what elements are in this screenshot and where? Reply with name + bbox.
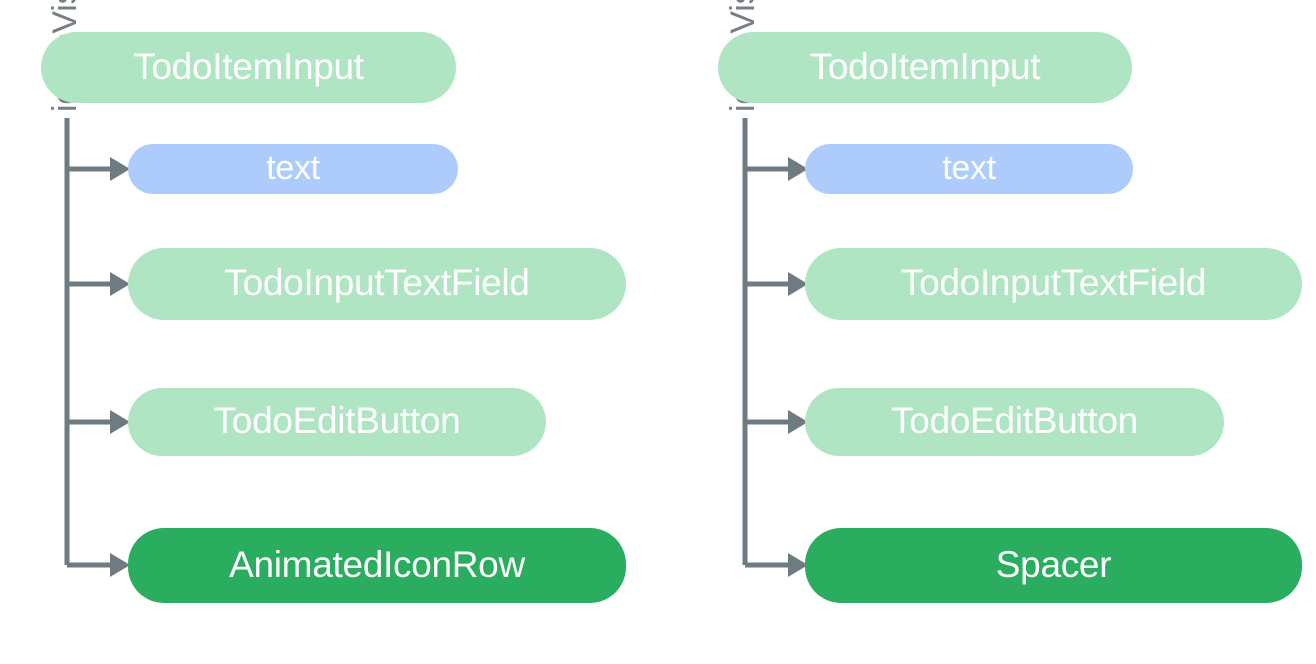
diagram-canvas: iconsVisible = false TodoItemInput text [0, 0, 1316, 664]
node-todo-edit-button-left[interactable]: TodoEditButton [128, 388, 546, 456]
node-label: Spacer [995, 543, 1112, 585]
node-todo-input-text-field-left[interactable]: TodoInputTextField [128, 248, 626, 320]
node-label: TodoItemInput [809, 45, 1041, 87]
node-label: TodoInputTextField [900, 262, 1207, 303]
node-label: TodoInputTextField [224, 262, 530, 303]
node-text-left[interactable]: text [128, 144, 458, 194]
arrowhead-left-1 [110, 157, 130, 181]
node-label: text [942, 148, 996, 187]
node-label: TodoItemInput [133, 45, 364, 87]
node-spacer-right[interactable]: Spacer [805, 528, 1302, 603]
arrowhead-left-3 [110, 410, 130, 434]
node-todo-edit-button-right[interactable]: TodoEditButton [805, 388, 1224, 456]
node-label: TodoEditButton [213, 400, 461, 441]
node-animated-icon-row-left[interactable]: AnimatedIconRow [128, 528, 626, 603]
node-todo-item-input-right[interactable]: TodoItemInput [718, 32, 1132, 103]
node-todo-item-input-left[interactable]: TodoItemInput [41, 32, 456, 103]
diagram-column-left: iconsVisible = false TodoItemInput text [0, 0, 660, 664]
node-text-right[interactable]: text [805, 144, 1133, 194]
arrowhead-left-4 [110, 553, 130, 577]
arrowhead-left-2 [110, 272, 130, 296]
diagram-column-right: iconsVisible = true TodoItemInput text [678, 0, 1316, 664]
node-label: TodoEditButton [891, 400, 1138, 441]
condition-label-right-wrapper: iconsVisible = true [680, 0, 762, 664]
node-todo-input-text-field-right[interactable]: TodoInputTextField [805, 248, 1302, 320]
node-label: AnimatedIconRow [229, 543, 525, 585]
node-label: text [266, 148, 320, 187]
condition-label-left-wrapper: iconsVisible = false [2, 0, 84, 664]
